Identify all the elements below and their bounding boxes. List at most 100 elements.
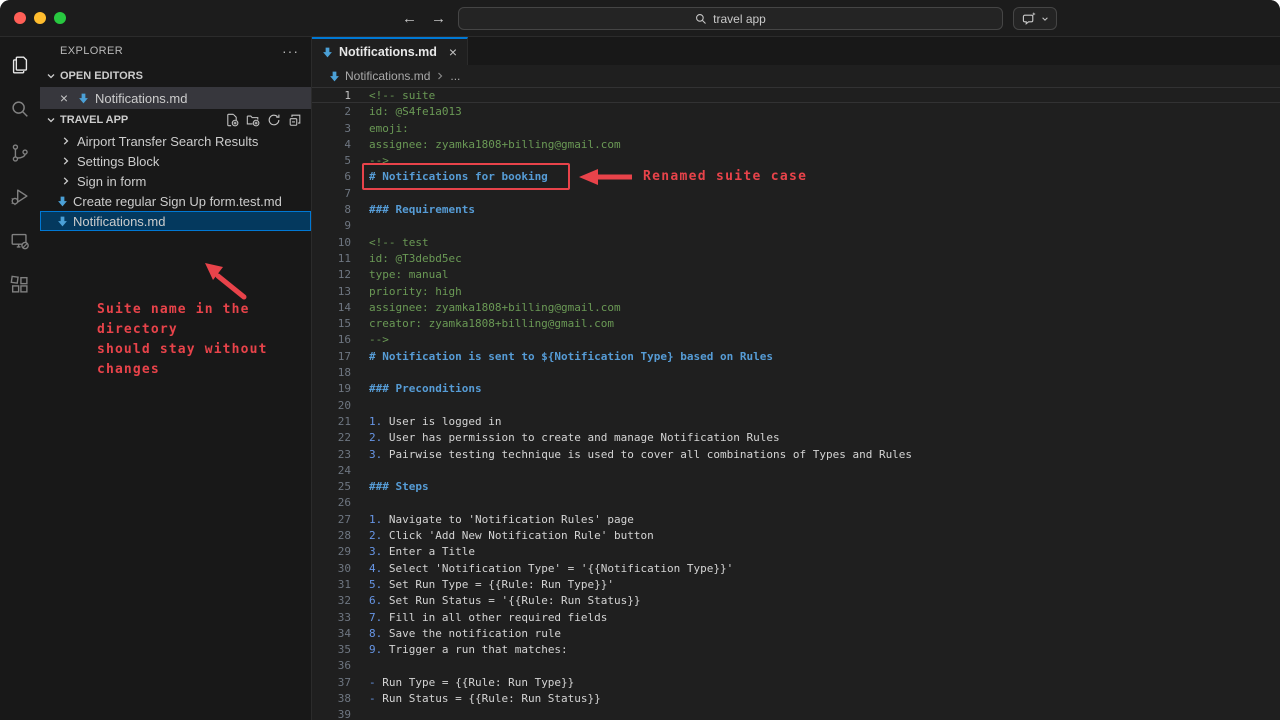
line-content: 1. User is logged in — [351, 414, 501, 428]
tree-item-notifications-md[interactable]: Notifications.md — [40, 211, 311, 231]
line-number: 33 — [312, 610, 351, 624]
code-line[interactable]: 2id: @S4fe1a013 — [312, 103, 1280, 119]
chevron-right-icon — [435, 71, 445, 81]
code-line[interactable]: 14assignee: zyamka1808+billing@gmail.com — [312, 299, 1280, 315]
line-content: type: manual — [351, 267, 448, 281]
search-icon[interactable] — [0, 87, 40, 131]
tab-notifications-md[interactable]: Notifications.md × — [312, 37, 468, 65]
copilot-chat-icon — [1022, 11, 1037, 26]
code-line[interactable]: 282. Click 'Add New Notification Rule' b… — [312, 527, 1280, 543]
forward-arrow-icon[interactable]: → — [431, 10, 446, 27]
close-tab-icon[interactable]: × — [449, 44, 457, 60]
new-folder-icon[interactable] — [246, 113, 260, 127]
code-line[interactable]: 293. Enter a Title — [312, 543, 1280, 559]
line-number: 4 — [312, 137, 351, 151]
code-line[interactable]: 3emoji: — [312, 120, 1280, 136]
line-content: 7. Fill in all other required fields — [351, 610, 607, 624]
code-line[interactable]: 18 — [312, 364, 1280, 380]
minimize-window-button[interactable] — [34, 12, 46, 24]
code-line[interactable]: 11id: @T3debd5ec — [312, 250, 1280, 266]
breadcrumb-file[interactable]: Notifications.md — [345, 69, 430, 83]
explorer-icon[interactable] — [0, 43, 40, 87]
code-line[interactable]: 222. User has permission to create and m… — [312, 429, 1280, 445]
source-control-icon[interactable] — [0, 131, 40, 175]
code-line[interactable]: 20 — [312, 397, 1280, 413]
code-line[interactable]: 359. Trigger a run that matches: — [312, 641, 1280, 657]
code-line[interactable]: 326. Set Run Status = '{{Rule: Run Statu… — [312, 592, 1280, 608]
code-line[interactable]: 12type: manual — [312, 266, 1280, 282]
code-line[interactable]: 15creator: zyamka1808+billing@gmail.com — [312, 315, 1280, 331]
search-icon — [695, 13, 707, 25]
code-line[interactable]: 38- Run Status = {{Rule: Run Status}} — [312, 690, 1280, 706]
line-number: 24 — [312, 463, 351, 477]
line-number: 28 — [312, 528, 351, 542]
code-line[interactable]: 315. Set Run Type = {{Rule: Run Type}}' — [312, 576, 1280, 592]
code-line[interactable]: 9 — [312, 217, 1280, 233]
code-line[interactable]: 10<!-- test — [312, 234, 1280, 250]
tree-item-airport-transfer-search-results[interactable]: Airport Transfer Search Results — [40, 131, 311, 151]
line-content: 2. User has permission to create and man… — [351, 430, 780, 444]
tab-label: Notifications.md — [339, 45, 437, 59]
zoom-window-button[interactable] — [54, 12, 66, 24]
code-line[interactable]: 37- Run Type = {{Rule: Run Type}} — [312, 674, 1280, 690]
editor-group: Notifications.md × Notifications.md ... … — [312, 37, 1280, 720]
tree-item-settings-block[interactable]: Settings Block — [40, 151, 311, 171]
code-line[interactable]: 4assignee: zyamka1808+billing@gmail.com — [312, 136, 1280, 152]
line-number: 2 — [312, 104, 351, 118]
refresh-icon[interactable] — [267, 113, 281, 127]
new-file-icon[interactable] — [225, 113, 239, 127]
tree-item-create-regular-sign-up-form-test-md[interactable]: Create regular Sign Up form.test.md — [40, 191, 311, 211]
line-number: 34 — [312, 626, 351, 640]
line-content: ### Preconditions — [351, 381, 482, 395]
line-content: <!-- suite — [351, 88, 435, 102]
extensions-icon[interactable] — [0, 263, 40, 307]
line-content — [351, 365, 369, 379]
copilot-menu-button[interactable] — [1013, 7, 1057, 30]
code-line[interactable]: 271. Navigate to 'Notification Rules' pa… — [312, 511, 1280, 527]
breadcrumb-more[interactable]: ... — [450, 69, 460, 83]
line-content: priority: high — [351, 284, 462, 298]
command-center-search[interactable]: travel app — [458, 7, 1003, 30]
run-debug-icon[interactable] — [0, 175, 40, 219]
remote-explorer-icon[interactable] — [0, 219, 40, 263]
code-line[interactable]: 233. Pairwise testing technique is used … — [312, 446, 1280, 462]
code-line[interactable]: 24 — [312, 462, 1280, 478]
markdown-file-icon — [78, 93, 89, 104]
code-line[interactable]: 1<!-- suite — [312, 87, 1280, 103]
code-line[interactable]: 36 — [312, 657, 1280, 673]
line-content: 6. Set Run Status = '{{Rule: Run Status}… — [351, 593, 641, 607]
code-line[interactable]: 17# Notification is sent to ${Notificati… — [312, 348, 1280, 364]
explorer-sidebar: EXPLORER ··· OPEN EDITORS × Notification… — [40, 37, 312, 720]
code-line[interactable]: 337. Fill in all other required fields — [312, 609, 1280, 625]
code-line[interactable]: 211. User is logged in — [312, 413, 1280, 429]
line-number: 20 — [312, 398, 351, 412]
open-editors-header[interactable]: OPEN EDITORS — [40, 65, 311, 87]
markdown-file-icon — [57, 216, 68, 227]
code-line[interactable]: 19### Preconditions — [312, 380, 1280, 396]
tab-bar: Notifications.md × — [312, 37, 1280, 65]
line-content — [351, 658, 369, 672]
line-number: 38 — [312, 691, 351, 705]
close-window-button[interactable] — [14, 12, 26, 24]
code-line[interactable]: 13priority: high — [312, 283, 1280, 299]
code-line[interactable]: 8### Requirements — [312, 201, 1280, 217]
more-actions-icon[interactable]: ··· — [282, 43, 299, 59]
line-content: 4. Select 'Notification Type' = '{{Notif… — [351, 561, 733, 575]
sidebar-title-row: EXPLORER ··· — [40, 37, 311, 65]
line-content: 1. Navigate to 'Notification Rules' page — [351, 512, 634, 526]
close-editor-icon[interactable]: × — [56, 90, 72, 106]
tree-item-sign-in-form[interactable]: Sign in form — [40, 171, 311, 191]
open-editor-item[interactable]: × Notifications.md — [40, 87, 311, 109]
breadcrumb[interactable]: Notifications.md ... — [312, 65, 1280, 87]
collapse-all-icon[interactable] — [288, 113, 302, 127]
code-line[interactable]: 304. Select 'Notification Type' = '{{Not… — [312, 560, 1280, 576]
code-line[interactable]: 26 — [312, 494, 1280, 510]
line-number: 30 — [312, 561, 351, 575]
workspace-root-header[interactable]: TRAVEL APP — [40, 109, 311, 131]
line-number: 31 — [312, 577, 351, 591]
code-line[interactable]: 16--> — [312, 331, 1280, 347]
back-arrow-icon[interactable]: ← — [402, 10, 417, 27]
code-line[interactable]: 348. Save the notification rule — [312, 625, 1280, 641]
code-line[interactable]: 25### Steps — [312, 478, 1280, 494]
code-line[interactable]: 39 — [312, 706, 1280, 720]
